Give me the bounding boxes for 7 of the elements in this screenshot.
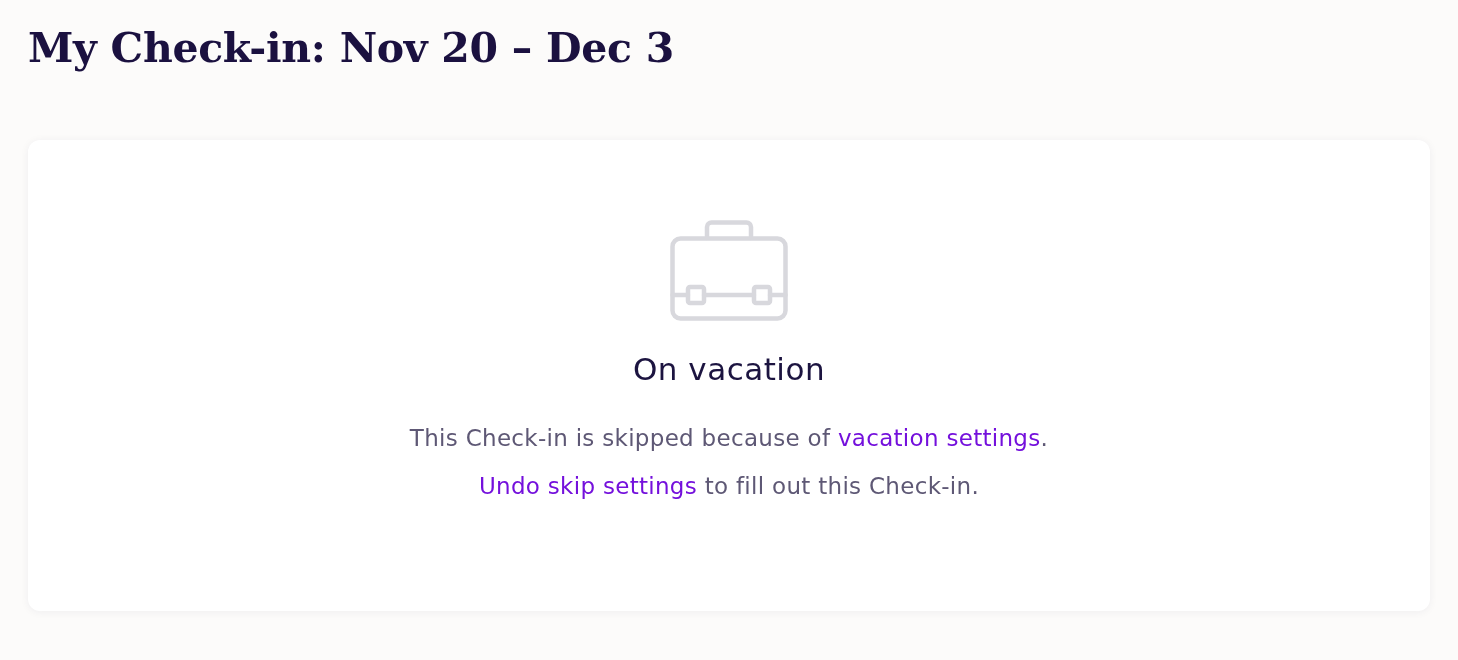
settings-link[interactable]: Undo skip settings	[478, 473, 698, 499]
message-text: This Check-in is skipped because of vacation settings.	[409, 424, 1049, 453]
settings-link[interactable]: vacation settings	[837, 425, 1041, 451]
status-title: On vacation	[632, 350, 826, 389]
page-title: My Check-in: Nov 20 – Dec 3	[28, 23, 674, 74]
briefcase-icon	[670, 220, 788, 321]
message-text: Undo skip settings to fill out this Check-in.	[478, 472, 980, 501]
